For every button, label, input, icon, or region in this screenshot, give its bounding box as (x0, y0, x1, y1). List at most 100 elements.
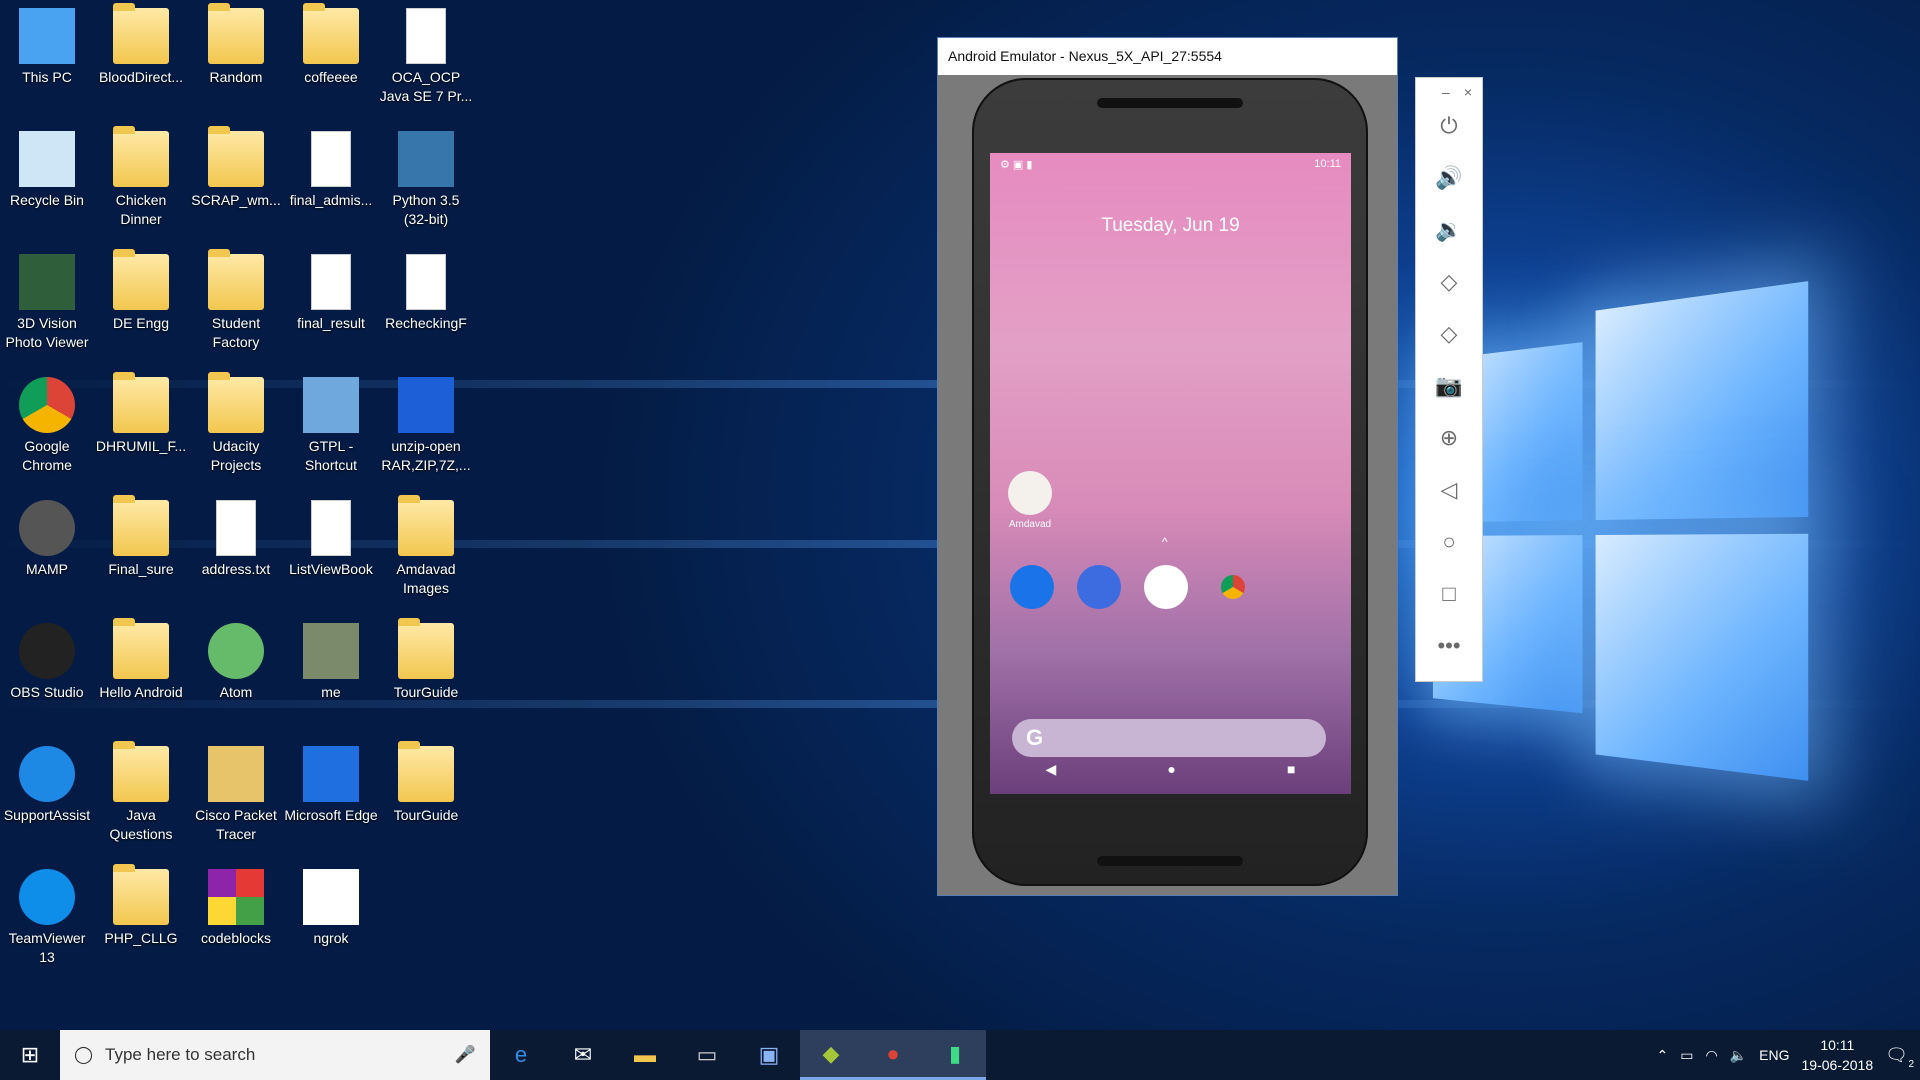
desktop-icon[interactable]: OCA_OCP Java SE 7 Pr... (379, 0, 473, 106)
battery-icon[interactable]: ▭ (1680, 1047, 1693, 1064)
chevron-up-icon[interactable]: ⌃ (1657, 1047, 1669, 1064)
mail-taskbar-icon[interactable]: ✉ (552, 1030, 614, 1080)
app-drawer-chevron-icon[interactable]: ^ (1162, 535, 1168, 549)
volume-icon[interactable]: 🔈 (1730, 1047, 1747, 1064)
desktop-icon-label: Chicken Dinner (115, 192, 167, 227)
microphone-icon[interactable]: 🎤 (455, 1045, 476, 1065)
desktop-icon[interactable]: Student Factory (189, 246, 283, 352)
folder-icon (398, 495, 454, 556)
desktop-icon[interactable]: BloodDirect... (94, 0, 188, 87)
chrome-taskbar-icon[interactable]: ● (862, 1030, 924, 1080)
desktop-icon-label: PHP_CLLG (104, 930, 178, 946)
desktop-icon-label: address.txt (201, 561, 271, 577)
desktop-icon[interactable]: Udacity Projects (189, 369, 283, 475)
desktop-icon[interactable]: GTPL - Shortcut (284, 369, 378, 475)
network-icon (303, 377, 359, 433)
desktop-icon[interactable]: Cisco Packet Tracer (189, 738, 283, 844)
desktop-icon-label: OCA_OCP Java SE 7 Pr... (379, 69, 473, 104)
rotate-left-icon[interactable]: ◇ (1416, 256, 1482, 308)
zoom-icon[interactable]: ⊕ (1416, 412, 1482, 464)
amdavad-app-label: Amdavad (1008, 519, 1052, 530)
folder-icon (398, 618, 454, 679)
phone-app-icon[interactable] (1010, 565, 1054, 609)
desktop-icon[interactable]: coffeeee (284, 0, 378, 87)
wifi-icon[interactable]: ◠ (1706, 1047, 1718, 1064)
desktop-icon[interactable]: Chicken Dinner (94, 123, 188, 229)
play-store-icon[interactable] (1144, 565, 1188, 609)
language-indicator[interactable]: ENG (1759, 1047, 1789, 1063)
file-explorer-taskbar-icon[interactable]: ▬ (614, 1030, 676, 1080)
more-icon[interactable]: ••• (1416, 620, 1482, 672)
folder-icon (113, 495, 169, 556)
desktop-icon[interactable]: Recycle Bin (0, 123, 94, 210)
back-icon[interactable]: ◁ (1416, 464, 1482, 516)
store-taskbar-icon[interactable]: ▣ (738, 1030, 800, 1080)
notification-center-icon[interactable]: 🗨 2 (1885, 1045, 1914, 1070)
phone-screen[interactable]: ⚙ ▣ ▮ 10:11 Tuesday, Jun 19 Amdavad ^ G … (990, 153, 1351, 794)
taskbar-search-box[interactable]: ◯ Type here to search 🎤 (60, 1030, 490, 1080)
camera-icon[interactable]: 📷 (1416, 360, 1482, 412)
minimize-button[interactable]: – (1442, 84, 1450, 100)
chrome-app-icon[interactable] (1211, 565, 1255, 609)
notification-count: 2 (1908, 1058, 1914, 1070)
desktop-icon[interactable]: 3D Vision Photo Viewer (0, 246, 94, 352)
recycle-bin-icon (19, 131, 75, 187)
desktop-icon[interactable]: SCRAP_wm... (189, 123, 283, 210)
computer-icon (19, 8, 75, 64)
desktop-icon[interactable]: DE Engg (94, 246, 188, 333)
desktop-icon[interactable]: final_result (284, 246, 378, 333)
desktop-icon[interactable]: unzip-open RAR,ZIP,7Z,... (379, 369, 473, 475)
desktop-icon[interactable]: TeamViewer 13 (0, 861, 94, 967)
desktop-icon[interactable]: OBS Studio (0, 615, 94, 702)
desktop-icon[interactable]: Final_sure (94, 492, 188, 579)
desktop-icon[interactable]: ngrok (284, 861, 378, 948)
desktop-icon[interactable]: final_admis... (284, 123, 378, 210)
nav-home-button[interactable]: ● (1167, 761, 1175, 778)
edge-taskbar-icon[interactable]: e (490, 1030, 552, 1080)
android-studio-taskbar-icon[interactable]: ◆ (800, 1030, 862, 1080)
desktop-icon[interactable]: This PC (0, 0, 94, 87)
desktop-icon[interactable]: Hello Android (94, 615, 188, 702)
desktop-icon[interactable]: Atom (189, 615, 283, 702)
desktop-icon-label: This PC (22, 69, 72, 85)
desktop-icon[interactable]: TourGuide (379, 615, 473, 702)
nav-back-button[interactable]: ◀ (1046, 761, 1057, 778)
close-button[interactable]: × (1464, 84, 1472, 100)
emulator-window[interactable]: Android Emulator - Nexus_5X_API_27:5554 … (937, 37, 1398, 896)
volume-down-icon[interactable]: 🔉 (1416, 204, 1482, 256)
clock-date: 19-06-2018 (1801, 1057, 1874, 1073)
desktop-icon[interactable]: DHRUMIL_F... (94, 369, 188, 456)
clock[interactable]: 10:11 19-06-2018 (1802, 1035, 1874, 1075)
desktop-icon[interactable]: SupportAssist (0, 738, 94, 825)
nav-recents-button[interactable]: ■ (1287, 761, 1295, 778)
desktop-icon[interactable]: codeblocks (189, 861, 283, 948)
start-button[interactable]: ⊞ (0, 1030, 60, 1080)
overview-icon[interactable]: □ (1416, 568, 1482, 620)
emulator-taskbar-icon[interactable]: ▮ (924, 1030, 986, 1080)
desktop-icon[interactable]: Microsoft Edge (284, 738, 378, 825)
messages-app-icon[interactable] (1077, 565, 1121, 609)
amdavad-app-icon[interactable] (1008, 471, 1052, 515)
desktop-icon[interactable]: Java Questions (94, 738, 188, 844)
desktop-icon[interactable]: Google Chrome (0, 369, 94, 475)
desktop-icon[interactable]: Random (189, 0, 283, 87)
desktop-icon[interactable]: RecheckingF (379, 246, 473, 333)
folder-icon (113, 3, 169, 64)
desktop-icon[interactable]: Python 3.5 (32-bit) (379, 123, 473, 229)
desktop-icon[interactable]: address.txt (189, 492, 283, 579)
desktop-icon-label: codeblocks (200, 930, 272, 946)
cortana-icon: ◯ (74, 1045, 94, 1064)
volume-up-icon[interactable]: 🔊 (1416, 152, 1482, 204)
power-icon[interactable]: ⏻ (1416, 100, 1482, 152)
desktop-icon[interactable]: me (284, 615, 378, 702)
desktop-icon[interactable]: PHP_CLLG (94, 861, 188, 948)
desktop-icon[interactable]: Amdavad Images (379, 492, 473, 598)
google-search-bar[interactable]: G (1012, 719, 1326, 757)
desktop-icon[interactable]: TourGuide (379, 738, 473, 825)
desktop-icon[interactable]: ListViewBook (284, 492, 378, 579)
desktop-icon[interactable]: MAMP (0, 492, 94, 579)
home-icon[interactable]: ○ (1416, 516, 1482, 568)
rotate-right-icon[interactable]: ◇ (1416, 308, 1482, 360)
drive-taskbar-icon[interactable]: ▭ (676, 1030, 738, 1080)
obs-icon (19, 623, 75, 679)
